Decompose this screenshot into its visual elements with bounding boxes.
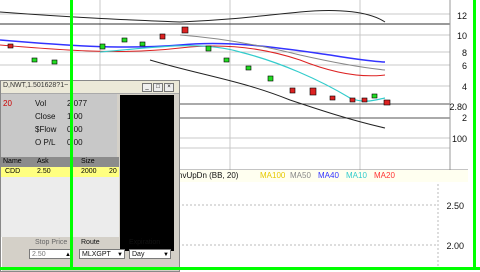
grid-header-size[interactable]: Size: [81, 158, 95, 165]
chevron-down-icon: ▼: [117, 252, 123, 258]
quote-panel: 20 Vol 2,077 Close 1.00 $Flow 0.00 O P/L…: [1, 94, 117, 158]
expiration-select[interactable]: Day ▼: [129, 249, 171, 259]
quote-label-flow: $Flow: [35, 125, 57, 134]
stop-price-input[interactable]: 2.50 ▲: [29, 249, 73, 259]
grid-header-name[interactable]: Name: [3, 158, 22, 165]
expiration-value: Day: [132, 251, 145, 258]
route-value: MLXGPT: [82, 251, 111, 258]
sub-y-label-2-50: 2.50: [446, 201, 464, 211]
legend-ma10: MA10: [346, 171, 367, 180]
order-window-title: D,NWT,1.501628?1~: [3, 82, 69, 89]
grid-cell-size: 2000: [81, 168, 97, 175]
close-icon[interactable]: ×: [164, 83, 174, 92]
grid-header-ask[interactable]: Ask: [37, 158, 49, 165]
expiration-label: Expiration: [129, 239, 161, 246]
y-axis-label-2: 2: [461, 113, 467, 123]
legend-ma40: MA40: [318, 171, 339, 180]
order-window-titlebar[interactable]: D,NWT,1.501628?1~ _ □ ×: [1, 81, 179, 94]
route-select[interactable]: MLXGPT ▼: [79, 249, 125, 259]
indicator-title: nvUpDn (BB, 20): [178, 171, 239, 180]
legend-ma100: MA100: [260, 171, 286, 180]
stop-price-label: Stop Price: [35, 239, 68, 246]
indicator-header: nvUpDn (BB, 20) MA100 MA50 MA40 MA10 MA2…: [178, 170, 468, 182]
y-axis-label-2-80: 2.80: [449, 102, 467, 112]
y-axis-label-100: 100: [451, 134, 467, 144]
quote-grid-body: [1, 177, 119, 237]
level2-panel: [120, 95, 174, 251]
grid-cell-name: CDD: [5, 168, 21, 175]
sub-y-label-2-00: 2.00: [446, 241, 464, 251]
chevron-down-icon: ▼: [163, 252, 169, 258]
stop-price-value: 2.50: [32, 251, 46, 258]
y-axis-label-4: 4: [461, 82, 467, 92]
order-entry-window[interactable]: D,NWT,1.501628?1~ _ □ × 20 Vol 2,077 Clo…: [0, 80, 180, 272]
quote-label-vol: Vol: [35, 99, 47, 108]
legend-ma50: MA50: [290, 171, 311, 180]
table-row[interactable]: CDD 2.50 2000 20: [1, 167, 119, 177]
highlight-right-line: [473, 0, 476, 270]
y-axis-label-6: 6: [461, 61, 467, 71]
grid-cell-ask: 2.50: [37, 168, 51, 175]
y-axis-label-8: 8: [461, 48, 467, 58]
legend-ma20: MA20: [374, 171, 395, 180]
minimize-icon[interactable]: _: [142, 83, 152, 92]
y-axis-label-12: 12: [456, 11, 467, 21]
y-axis-label-10: 10: [456, 31, 467, 41]
quote-label-opl: O P/L: [35, 138, 56, 147]
maximize-icon[interactable]: □: [153, 83, 163, 92]
highlight-vertical-line: [70, 0, 73, 270]
grid-cell-extra: 20: [109, 168, 117, 175]
quote-label-close: Close: [35, 112, 56, 121]
quote-prefix: 20: [3, 99, 12, 108]
route-label: Route: [81, 239, 100, 246]
quote-grid-header: Name Ask Size: [1, 157, 119, 167]
